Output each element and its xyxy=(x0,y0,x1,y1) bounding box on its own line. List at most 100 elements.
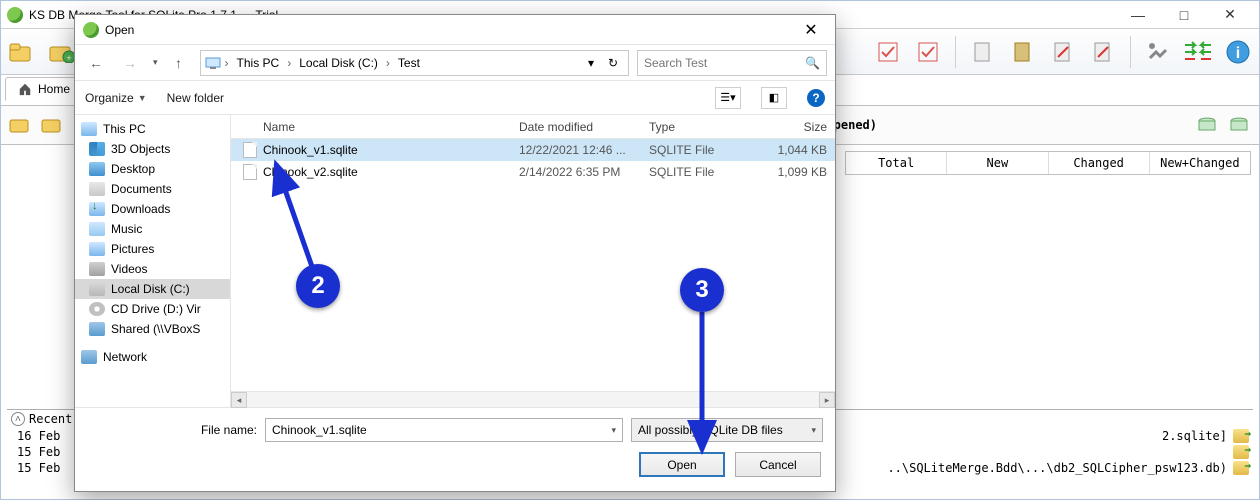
downloads-icon xyxy=(89,202,105,216)
toolbar-check-red-2[interactable] xyxy=(911,35,945,69)
toolbar-script-1[interactable] xyxy=(966,35,1000,69)
pc-icon xyxy=(205,56,221,70)
nav-forward-button[interactable]: → xyxy=(117,50,143,76)
toolbar-sync-arrows[interactable] xyxy=(1181,35,1215,69)
col-header-name[interactable]: Name xyxy=(231,120,511,134)
app-icon xyxy=(7,7,23,23)
help-button[interactable]: ? xyxy=(807,89,825,107)
tree-item-desktop[interactable]: Desktop xyxy=(75,159,230,179)
col-header-type[interactable]: Type xyxy=(641,120,751,134)
tree-item-documents[interactable]: Documents xyxy=(75,179,230,199)
toolbar-script-4[interactable] xyxy=(1086,35,1120,69)
cd-icon xyxy=(89,302,105,316)
nav-up-button[interactable]: ↑ xyxy=(166,50,192,76)
chevron-right-icon[interactable]: › xyxy=(386,56,390,70)
horizontal-scrollbar[interactable]: ◂ ▸ xyxy=(231,391,835,407)
toolbar-script-2[interactable] xyxy=(1006,35,1040,69)
log-action-icon[interactable] xyxy=(1233,461,1249,475)
cancel-button-label: Cancel xyxy=(759,458,796,472)
minimize-button[interactable]: — xyxy=(1115,2,1161,28)
file-name: Chinook_v2.sqlite xyxy=(263,165,511,179)
toolbar-separator xyxy=(1130,36,1131,68)
toolbar-settings[interactable] xyxy=(1141,35,1175,69)
chevron-down-icon: ▼ xyxy=(138,93,147,103)
log-header-label: Recent xyxy=(29,412,72,426)
toolbar-separator xyxy=(955,36,956,68)
dialog-close-button[interactable]: ✕ xyxy=(795,18,827,42)
location-bar[interactable]: › This PC › Local Disk (C:) › Test ▾ ↻ xyxy=(200,50,629,76)
tree-item-shared[interactable]: Shared (\\VBoxS xyxy=(75,319,230,339)
organize-button[interactable]: Organize ▼ xyxy=(85,91,147,105)
breadcrumb[interactable]: This PC xyxy=(233,56,284,70)
search-box[interactable]: 🔍 xyxy=(637,50,827,76)
file-name: Chinook_v1.sqlite xyxy=(263,143,511,157)
location-dropdown[interactable]: ▾ xyxy=(580,56,602,70)
open-button[interactable]: Open xyxy=(639,452,725,477)
toolbar-check-red-1[interactable] xyxy=(871,35,905,69)
db-icon-1[interactable] xyxy=(1197,116,1219,134)
refresh-button[interactable]: ↻ xyxy=(602,56,624,70)
tree-label: Videos xyxy=(111,262,147,276)
tree-item-music[interactable]: Music xyxy=(75,219,230,239)
toolbar-info[interactable]: i xyxy=(1221,35,1255,69)
file-filter-combo[interactable]: All possibly SQLite DB files ▾ xyxy=(631,418,823,442)
nav-history-dropdown[interactable]: ▾ xyxy=(153,57,158,68)
file-row[interactable]: Chinook_v1.sqlite 12/22/2021 12:46 ... S… xyxy=(231,139,835,161)
chevron-down-icon[interactable]: ▾ xyxy=(611,425,616,436)
filename-input[interactable] xyxy=(272,423,609,437)
log-time: 15 Feb xyxy=(17,461,60,475)
new-folder-button[interactable]: New folder xyxy=(167,91,224,105)
search-icon: 🔍 xyxy=(805,56,820,70)
open-file-dialog: Open ✕ ← → ▾ ↑ › This PC › Local Disk (C… xyxy=(74,14,836,492)
col-total: Total xyxy=(846,152,947,174)
file-row[interactable]: Chinook_v2.sqlite 2/14/2022 6:35 PM SQLI… xyxy=(231,161,835,183)
view-mode-button[interactable]: ☰▾ xyxy=(715,87,741,109)
tree-label: 3D Objects xyxy=(111,142,170,156)
breadcrumb[interactable]: Local Disk (C:) xyxy=(295,56,382,70)
tab-home[interactable]: Home xyxy=(5,77,83,101)
maximize-button[interactable]: □ xyxy=(1161,2,1207,28)
tree-label: Music xyxy=(111,222,142,236)
log-action-icon[interactable] xyxy=(1233,429,1249,443)
cube-icon xyxy=(89,142,105,156)
chevron-right-icon[interactable]: › xyxy=(287,56,291,70)
file-icon xyxy=(243,142,257,158)
chevron-right-icon[interactable]: › xyxy=(225,56,229,70)
cancel-button[interactable]: Cancel xyxy=(735,452,821,477)
folder-pair-icon[interactable] xyxy=(41,116,63,134)
toolbar-open-db1[interactable] xyxy=(5,35,39,69)
file-list-header[interactable]: Name Date modified Type Size xyxy=(231,115,835,139)
db-icon-2[interactable] xyxy=(1229,116,1251,134)
col-header-size[interactable]: Size xyxy=(751,120,835,134)
tree-item-downloads[interactable]: Downloads xyxy=(75,199,230,219)
folder-icon[interactable] xyxy=(9,116,31,134)
videos-icon xyxy=(89,262,105,276)
breadcrumb[interactable]: Test xyxy=(394,56,424,70)
tree-label: Downloads xyxy=(111,202,170,216)
tree-item-3d-objects[interactable]: 3D Objects xyxy=(75,139,230,159)
tree-item-pictures[interactable]: Pictures xyxy=(75,239,230,259)
close-button[interactable]: ✕ xyxy=(1207,2,1253,28)
file-date: 12/22/2021 12:46 ... xyxy=(511,143,641,157)
preview-pane-button[interactable]: ◧ xyxy=(761,87,787,109)
tree-item-videos[interactable]: Videos xyxy=(75,259,230,279)
pictures-icon xyxy=(89,242,105,256)
toolbar-script-3[interactable] xyxy=(1046,35,1080,69)
tree-item-network[interactable]: Network xyxy=(75,347,230,367)
tree-item-cd-drive[interactable]: CD Drive (D:) Vir xyxy=(75,299,230,319)
nav-back-button[interactable]: ← xyxy=(83,50,109,76)
scroll-right-button[interactable]: ▸ xyxy=(819,392,835,408)
scroll-left-button[interactable]: ◂ xyxy=(231,392,247,408)
collapse-icon[interactable]: ˄ xyxy=(11,412,25,426)
tree-item-this-pc[interactable]: This PC xyxy=(75,119,230,139)
filename-combo[interactable]: ▾ xyxy=(265,418,623,442)
documents-icon xyxy=(89,182,105,196)
folder-tree[interactable]: This PC 3D Objects Desktop Documents Dow… xyxy=(75,115,231,407)
log-action-icon[interactable] xyxy=(1233,445,1249,459)
col-header-date[interactable]: Date modified xyxy=(511,120,641,134)
music-icon xyxy=(89,222,105,236)
chevron-down-icon: ▾ xyxy=(811,425,816,436)
home-icon xyxy=(18,82,32,96)
search-input[interactable] xyxy=(644,56,805,70)
tree-item-local-disk[interactable]: Local Disk (C:) xyxy=(75,279,230,299)
